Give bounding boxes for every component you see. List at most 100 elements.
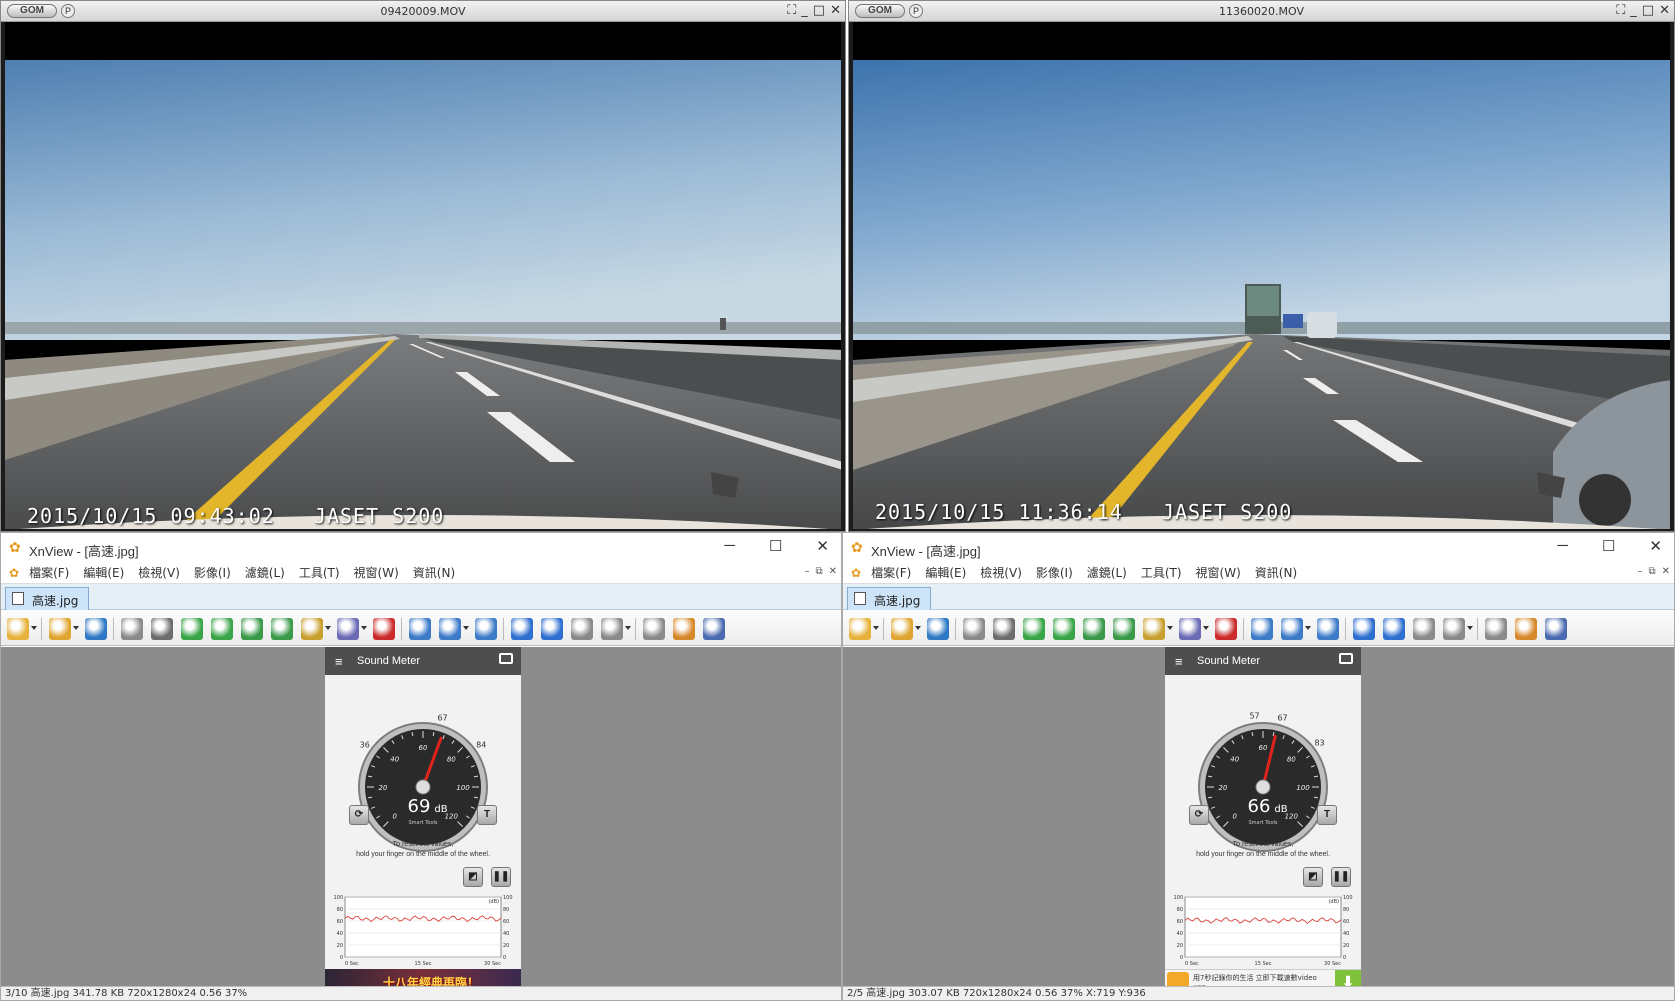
previous-icon[interactable]: [1353, 618, 1375, 640]
right-xnview-window[interactable]: ✿ XnView - [高速.jpg] ─ ☐ ✕ ✿ 檔案(F) 編輯(E) …: [842, 532, 1675, 1001]
crop-icon[interactable]: [151, 618, 173, 640]
browser-icon[interactable]: [849, 618, 871, 640]
menu-tools[interactable]: 工具(T): [1141, 564, 1182, 581]
undo-icon[interactable]: [121, 618, 143, 640]
close-button[interactable]: ✕: [816, 537, 829, 555]
zoom-in-icon[interactable]: [409, 618, 431, 640]
minimize-icon[interactable]: _: [801, 3, 808, 18]
menu-tools[interactable]: 工具(T): [299, 564, 340, 581]
window-title-bar[interactable]: ✿ XnView - [高速.jpg] ─ ☐ ✕: [843, 533, 1674, 562]
maximize-icon[interactable]: □: [1642, 3, 1654, 18]
dropdown-arrow-icon[interactable]: [73, 626, 79, 630]
undo-icon[interactable]: [963, 618, 985, 640]
rotate-right-icon[interactable]: [1053, 618, 1075, 640]
rotate-left-icon[interactable]: [1023, 618, 1045, 640]
image-viewport[interactable]: ≡ Sound Meter 0 20 40 60 80 100 120 36 67 84 69 dB S…: [1, 647, 841, 995]
open-folder-icon[interactable]: [891, 618, 913, 640]
color-icon[interactable]: [1179, 618, 1201, 640]
dropdown-arrow-icon[interactable]: [915, 626, 921, 630]
zoom-fit-icon[interactable]: [439, 618, 461, 640]
left-video-player[interactable]: GOM P 09420009.MOV ⛶ _ □ ✕ 2015/10/15 09…: [0, 0, 846, 532]
minimize-icon[interactable]: _: [1630, 3, 1637, 18]
info-icon[interactable]: [703, 618, 725, 640]
dropdown-arrow-icon[interactable]: [625, 626, 631, 630]
dropdown-arrow-icon[interactable]: [463, 626, 469, 630]
dropdown-arrow-icon[interactable]: [1467, 626, 1473, 630]
doc-close-button[interactable]: ✕: [829, 566, 837, 577]
fullscreen-icon[interactable]: [643, 618, 665, 640]
dropdown-arrow-icon[interactable]: [361, 626, 367, 630]
convert-icon[interactable]: [1113, 618, 1135, 640]
menu-edit[interactable]: 編輯(E): [83, 564, 124, 581]
slideshow-icon[interactable]: [673, 618, 695, 640]
export-icon[interactable]: [1083, 618, 1105, 640]
image-viewport[interactable]: ≡ Sound Meter 0 20 40 60 80 100 120 57 67 83 66 dB S…: [843, 647, 1674, 996]
first-icon[interactable]: [1413, 618, 1435, 640]
menu-info[interactable]: 資訊(N): [413, 564, 455, 581]
player-title-bar[interactable]: GOM P 09420009.MOV ⛶ _ □ ✕: [1, 1, 845, 22]
fullscreen-icon[interactable]: ⛶: [787, 3, 796, 18]
first-icon[interactable]: [571, 618, 593, 640]
menu-window[interactable]: 視窗(W): [1196, 564, 1241, 581]
menu-file[interactable]: 檔案(F): [29, 564, 69, 581]
save-icon[interactable]: [85, 618, 107, 640]
document-icon[interactable]: ✿: [851, 566, 861, 580]
menu-filter[interactable]: 濾鏡(L): [1087, 564, 1127, 581]
fullscreen-icon[interactable]: [1485, 618, 1507, 640]
close-icon[interactable]: ✕: [830, 3, 841, 18]
convert-icon[interactable]: [271, 618, 293, 640]
delete-icon[interactable]: [1215, 618, 1237, 640]
dropdown-arrow-icon[interactable]: [1203, 626, 1209, 630]
doc-minimize-button[interactable]: –: [1637, 566, 1642, 577]
left-xnview-window[interactable]: ✿ XnView - [高速.jpg] ─ ☐ ✕ ✿ 檔案(F) 編輯(E) …: [0, 532, 842, 1001]
browser-icon[interactable]: [7, 618, 29, 640]
maximize-icon[interactable]: □: [813, 3, 825, 18]
slideshow-icon[interactable]: [1515, 618, 1537, 640]
fullscreen-icon[interactable]: ⛶: [1616, 3, 1625, 18]
last-icon[interactable]: [1443, 618, 1465, 640]
save-icon[interactable]: [927, 618, 949, 640]
previous-icon[interactable]: [511, 618, 533, 640]
doc-restore-button[interactable]: ⧉: [1648, 566, 1655, 577]
crop-icon[interactable]: [993, 618, 1015, 640]
video-frame[interactable]: 2015/10/15 11:36:14 JASET S200: [853, 22, 1670, 529]
tab-image[interactable]: 高速.jpg: [847, 587, 931, 610]
dropdown-arrow-icon[interactable]: [325, 626, 331, 630]
menu-view[interactable]: 檢視(V): [138, 564, 180, 581]
color-icon[interactable]: [337, 618, 359, 640]
menu-edit[interactable]: 編輯(E): [925, 564, 966, 581]
video-frame[interactable]: 2015/10/15 09:43:02 JASET S200: [5, 22, 841, 529]
dropdown-arrow-icon[interactable]: [873, 626, 879, 630]
next-icon[interactable]: [1383, 618, 1405, 640]
batch-icon[interactable]: [1143, 618, 1165, 640]
right-video-player[interactable]: GOM P 11360020.MOV ⛶ _ □ ✕ 2015/10/15 11…: [848, 0, 1675, 532]
menu-window[interactable]: 視窗(W): [354, 564, 399, 581]
tab-image[interactable]: 高速.jpg: [5, 587, 89, 610]
player-title-bar[interactable]: GOM P 11360020.MOV ⛶ _ □ ✕: [849, 1, 1674, 22]
last-icon[interactable]: [601, 618, 623, 640]
menu-info[interactable]: 資訊(N): [1255, 564, 1297, 581]
menu-view[interactable]: 檢視(V): [980, 564, 1022, 581]
menu-image[interactable]: 影像(I): [194, 564, 231, 581]
window-title-bar[interactable]: ✿ XnView - [高速.jpg] ─ ☐ ✕: [1, 533, 841, 562]
doc-minimize-button[interactable]: –: [804, 566, 809, 577]
doc-restore-button[interactable]: ⧉: [815, 566, 822, 577]
dropdown-arrow-icon[interactable]: [1167, 626, 1173, 630]
zoom-fit-icon[interactable]: [1281, 618, 1303, 640]
zoom-out-icon[interactable]: [475, 618, 497, 640]
menu-image[interactable]: 影像(I): [1036, 564, 1073, 581]
export-icon[interactable]: [241, 618, 263, 640]
menu-filter[interactable]: 濾鏡(L): [245, 564, 285, 581]
minimize-button[interactable]: ─: [1557, 537, 1568, 555]
rotate-right-icon[interactable]: [211, 618, 233, 640]
delete-icon[interactable]: [373, 618, 395, 640]
rotate-left-icon[interactable]: [181, 618, 203, 640]
zoom-out-icon[interactable]: [1317, 618, 1339, 640]
open-folder-icon[interactable]: [49, 618, 71, 640]
close-button[interactable]: ✕: [1649, 537, 1662, 555]
info-icon[interactable]: [1545, 618, 1567, 640]
document-icon[interactable]: ✿: [9, 566, 19, 580]
doc-close-button[interactable]: ✕: [1662, 566, 1670, 577]
minimize-button[interactable]: ─: [724, 537, 735, 555]
next-icon[interactable]: [541, 618, 563, 640]
